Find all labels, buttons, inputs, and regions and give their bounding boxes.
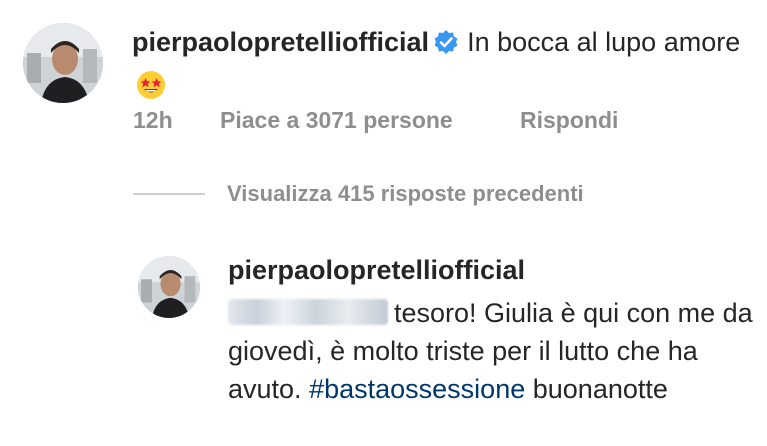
- comment-text: pierpaolopretelliofficial In bocca al lup…: [132, 22, 752, 111]
- star-struck-emoji-icon: [136, 70, 166, 111]
- reply-avatar[interactable]: [138, 256, 200, 318]
- blurred-mention: [228, 299, 388, 325]
- profile-photo-icon: [138, 256, 200, 318]
- profile-photo-icon: [23, 23, 103, 103]
- comment-body: In bocca al lupo amore: [467, 27, 741, 57]
- view-replies-label: Visualizza 415 risposte precedenti: [227, 181, 584, 206]
- likes-count-link[interactable]: Piace a 3071 persone: [220, 107, 520, 134]
- comment-username[interactable]: pierpaolopretelliofficial: [132, 27, 429, 57]
- reply-button[interactable]: Rispondi: [520, 107, 618, 134]
- reply-text: tesoro! Giulia è qui con me da giovedì, …: [228, 294, 758, 408]
- view-previous-replies-button[interactable]: Visualizza 415 risposte precedenti: [133, 181, 584, 207]
- reply-username[interactable]: pierpaolopretelliofficial: [228, 255, 525, 286]
- comment-timestamp: 12h: [133, 107, 173, 133]
- reply-closing: buonanotte: [532, 374, 668, 404]
- divider-line: [133, 193, 205, 195]
- hashtag-link[interactable]: #bastaossessione: [309, 374, 525, 404]
- avatar[interactable]: [23, 23, 103, 103]
- comment-meta: 12h Piace a 3071 persone Rispondi: [133, 107, 618, 134]
- verified-badge-icon: [433, 26, 459, 66]
